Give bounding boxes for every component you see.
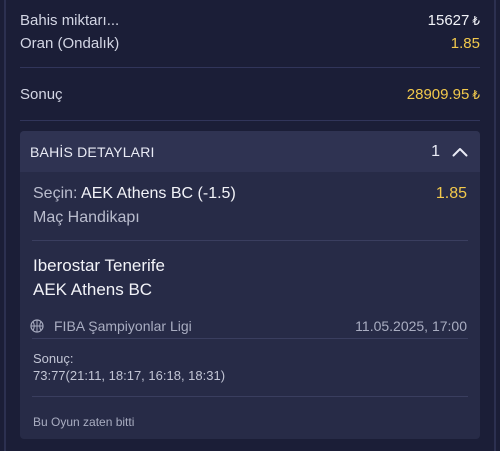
- result-currency: ₺: [472, 87, 480, 102]
- market-name: Maç Handikapı: [33, 209, 140, 226]
- result-amount: 28909.95 ₺: [407, 86, 480, 103]
- league-name: FIBA Şampiyonlar Ligi: [54, 318, 192, 334]
- bet-details-header[interactable]: BAHİS DETAYLARI 1: [20, 131, 480, 172]
- bet-count: 1: [431, 142, 440, 160]
- stake-amount: 15627 ₺: [428, 12, 480, 29]
- summary-divider: [20, 67, 480, 68]
- left-border: [4, 0, 6, 451]
- selection-line: Seçin: AEK Athens BC (-1.5): [33, 185, 236, 203]
- score-value: 73:77(21:11, 18:17, 16:18, 18:31): [33, 368, 226, 383]
- result-value: 28909.95: [406, 85, 470, 103]
- selection-odds: 1.85: [435, 185, 467, 202]
- league-row: FIBA Şampiyonlar Ligi 11.05.2025, 17:00: [30, 318, 467, 334]
- score-label: Sonuç:: [33, 351, 74, 366]
- bet-details-title: BAHİS DETAYLARI: [30, 143, 155, 160]
- status-block: Bu Oyun zaten bitti: [20, 397, 480, 437]
- selection-label: Seçin:: [33, 185, 78, 202]
- odds-label: Oran (Ondalık): [20, 34, 120, 52]
- selection-value: AEK Athens BC (-1.5): [81, 185, 236, 202]
- result-row: Sonuç 28909.95 ₺: [20, 82, 480, 106]
- bet-details-header-right: 1: [431, 143, 468, 161]
- home-team: Iberostar Tenerife: [33, 256, 165, 275]
- match-date: 11.05.2025, 17:00: [355, 318, 467, 334]
- stake-currency: ₺: [472, 13, 480, 28]
- right-border: [494, 0, 496, 451]
- result-label: Sonuç: [20, 85, 63, 103]
- selection-block: Seçin: AEK Athens BC (-1.5) 1.85 Maç Han…: [20, 172, 480, 240]
- chevron-up-icon[interactable]: [452, 147, 468, 157]
- result-divider: [20, 120, 480, 121]
- match-block: Iberostar Tenerife AEK Athens BC FIBA Şa…: [20, 241, 480, 338]
- bet-details-card: BAHİS DETAYLARI 1 Seçin: AEK Athens BC (…: [20, 131, 480, 439]
- game-status: Bu Oyun zaten bitti: [33, 415, 135, 429]
- stake-label: Bahis miktarı...: [20, 11, 120, 29]
- odds-value: 1.85: [450, 34, 480, 52]
- stake-value: 15627: [427, 11, 470, 29]
- bet-slip-screen: Bahis miktarı... 15627 ₺ Oran (Ondalık) 1…: [0, 0, 500, 451]
- stake-row: Bahis miktarı... 15627 ₺: [20, 9, 480, 31]
- odds-row: Oran (Ondalık) 1.85: [20, 32, 480, 54]
- away-team: AEK Athens BC: [33, 280, 153, 299]
- score-block: Sonuç: 73:77(21:11, 18:17, 16:18, 18:31): [20, 339, 480, 396]
- basketball-icon: [30, 319, 44, 333]
